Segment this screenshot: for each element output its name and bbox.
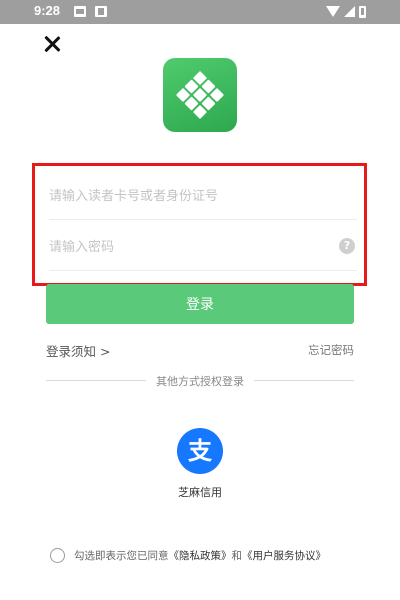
password-field: ? xyxy=(49,223,357,271)
status-time: 9:28 xyxy=(34,3,61,18)
agree-radio[interactable] xyxy=(50,547,65,563)
zhima-credit-label: 芝麻信用 xyxy=(178,486,222,499)
other-login-label: 其他方式授权登录 xyxy=(156,375,244,388)
login-button[interactable]: 登录 xyxy=(46,284,354,324)
card-number-input[interactable] xyxy=(49,182,329,210)
alipay-glyph: 支 xyxy=(188,437,213,465)
notification-icon xyxy=(74,6,86,17)
alipay-icon[interactable]: 支 xyxy=(177,428,223,474)
status-indicators xyxy=(326,5,366,18)
photo-icon xyxy=(95,6,107,17)
agreement-prefix: 勾选即表示您已同意 xyxy=(74,549,169,562)
battery-icon xyxy=(359,5,366,18)
privacy-policy-link[interactable]: 《隐私政策》 xyxy=(169,548,232,563)
signal-icon xyxy=(344,6,355,17)
help-icon[interactable]: ? xyxy=(339,238,355,254)
agreement-row: 勾选即表示您已同意 《隐私政策》 和 《用户服务协议》 xyxy=(50,546,326,564)
terms-of-service-link[interactable]: 《用户服务协议》 xyxy=(242,548,326,563)
login-form: ? xyxy=(32,163,367,286)
divider-right xyxy=(254,380,354,381)
status-bar: 9:28 xyxy=(0,0,400,24)
agreement-and: 和 xyxy=(231,549,243,562)
card-number-field xyxy=(49,172,357,220)
password-input[interactable] xyxy=(49,233,329,261)
forgot-password-link[interactable]: 忘记密码 xyxy=(308,342,354,358)
wifi-icon xyxy=(326,6,340,17)
close-icon[interactable] xyxy=(40,32,64,56)
app-logo-icon xyxy=(163,58,237,132)
login-notice-link[interactable]: 登录须知 > xyxy=(46,341,110,360)
